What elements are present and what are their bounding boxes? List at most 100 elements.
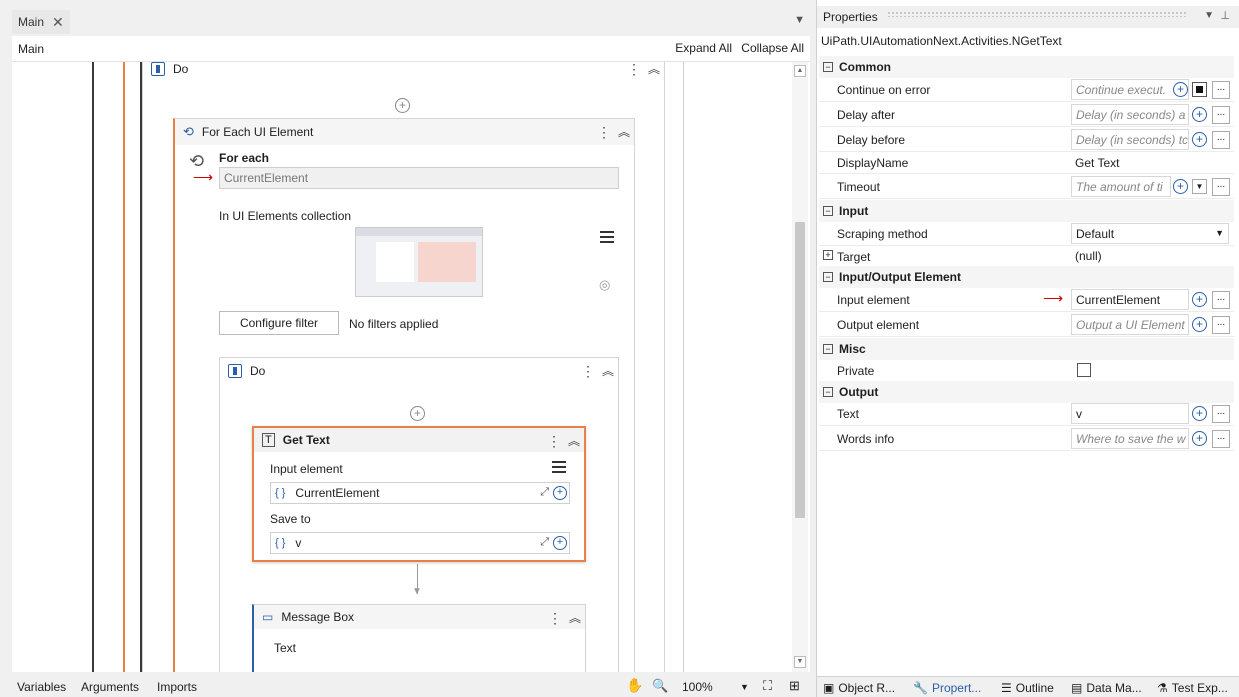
current-element-field[interactable]: CurrentElement (219, 167, 619, 189)
prop-words-info[interactable]: Words info Where to save the w + ... (819, 427, 1234, 451)
menu-icon[interactable] (552, 461, 566, 473)
category-output[interactable]: − Output (819, 381, 1234, 403)
menu-icon[interactable] (600, 231, 614, 243)
prop-output-element[interactable]: Output element Output a UI Element + ... (819, 313, 1234, 337)
target-icon[interactable]: ◎ (599, 277, 610, 293)
private-checkbox[interactable] (1077, 363, 1091, 377)
prop-text[interactable]: Text v + ... (819, 402, 1234, 426)
save-to-field[interactable]: { } v ⤢ + (270, 532, 570, 554)
prop-target[interactable]: + Target (null) (819, 246, 1234, 268)
add-icon[interactable]: + (553, 536, 567, 550)
arguments-tab[interactable]: Arguments (81, 680, 139, 694)
scroll-up-icon[interactable]: ▲ (794, 65, 806, 77)
prop-value-field[interactable]: Output a UI Element (1071, 314, 1189, 335)
ellipsis-button[interactable]: ... (1212, 131, 1230, 149)
more-options-icon[interactable]: ⋮ (627, 62, 641, 78)
scraping-method-select[interactable]: Default ▼ (1071, 223, 1229, 244)
expand-icon[interactable]: ⤢ (540, 536, 549, 549)
prop-value-field[interactable]: CurrentElement (1071, 289, 1189, 310)
collapse-icon[interactable]: − (823, 62, 833, 72)
expand-icon[interactable]: + (823, 250, 833, 260)
collapse-icon[interactable]: − (823, 206, 833, 216)
add-icon[interactable]: + (1192, 107, 1207, 122)
configure-filter-button[interactable]: Configure filter (219, 311, 339, 335)
add-icon[interactable]: + (1192, 406, 1207, 421)
more-options-icon[interactable]: ⋮ (548, 610, 562, 627)
message-box-activity[interactable]: ▭ Message Box ⋮ ︽ Text (252, 604, 586, 672)
collapse-icon[interactable]: ︽ (569, 609, 581, 626)
hand-icon[interactable]: ✋ (626, 677, 643, 694)
prop-value-field[interactable]: Where to save the w (1071, 428, 1189, 449)
ellipsis-button[interactable]: ... (1212, 178, 1230, 196)
vertical-scrollbar[interactable]: ▲ ▼ (792, 62, 808, 672)
prop-display-name[interactable]: DisplayName Get Text (819, 152, 1234, 174)
category-common[interactable]: − Common (819, 56, 1234, 78)
add-activity-icon[interactable]: + (395, 98, 410, 113)
collapse-icon[interactable]: − (823, 387, 833, 397)
collapse-icon[interactable]: − (823, 344, 833, 354)
ellipsis-button[interactable]: ... (1212, 106, 1230, 124)
fit-screen-icon[interactable]: ⛶ (763, 678, 772, 694)
tab-test-explorer[interactable]: ⚗ Test Exp... (1157, 681, 1228, 695)
collapse-icon[interactable]: ︽ (648, 62, 660, 77)
chevron-down-icon[interactable]: ▼ (1204, 10, 1214, 21)
add-icon[interactable]: + (1192, 292, 1207, 307)
category-input-output-element[interactable]: − Input/Output Element (819, 266, 1234, 288)
ellipsis-button[interactable]: ... (1212, 316, 1230, 334)
prop-value-field[interactable]: The amount of ti (1071, 176, 1171, 197)
more-options-icon[interactable]: ⋮ (597, 124, 611, 141)
prop-value-field[interactable]: Continue execut. (1071, 79, 1189, 100)
prop-continue-on-error[interactable]: Continue on error Continue execut. + ... (819, 78, 1234, 102)
chevron-down-icon[interactable]: ▼ (1192, 179, 1207, 194)
add-icon[interactable]: + (1192, 132, 1207, 147)
prop-scraping-method[interactable]: Scraping method Default ▼ (819, 222, 1234, 246)
more-options-icon[interactable]: ⋮ (547, 433, 561, 450)
inner-do-container[interactable]: Do ⋮ ︽ + T Get Text ⋮ ︽ Input element {… (219, 357, 619, 672)
prop-value-field[interactable]: v (1071, 403, 1189, 424)
pin-icon[interactable]: ⊥ (1220, 9, 1230, 22)
collapse-icon[interactable]: ︽ (568, 432, 580, 449)
breadcrumb[interactable]: Main (18, 42, 44, 56)
get-text-activity[interactable]: T Get Text ⋮ ︽ Input element { } Current… (252, 426, 586, 562)
zoom-icon[interactable]: 🔍 (652, 678, 668, 694)
designer-canvas[interactable]: Do ⋮ ︽ + ⟲ For Each UI Element ⋮ ︽ ⟲ For… (12, 62, 810, 672)
ellipsis-button[interactable]: ... (1212, 291, 1230, 309)
collapse-icon[interactable]: ︽ (602, 362, 614, 379)
outer-do-container[interactable]: Do ⋮ ︽ + ⟲ For Each UI Element ⋮ ︽ ⟲ For… (142, 62, 665, 672)
prop-value-field[interactable]: Delay (in seconds) tc (1071, 129, 1189, 150)
category-input[interactable]: − Input (819, 200, 1234, 222)
expand-all-button[interactable]: Expand All (675, 41, 732, 55)
chevron-down-icon[interactable]: ▼ (740, 682, 749, 692)
scroll-thumb[interactable] (795, 222, 805, 518)
prop-value-field[interactable]: Delay (in seconds) a (1071, 104, 1189, 125)
prop-input-element[interactable]: Input element ⟶ CurrentElement + ... (819, 288, 1234, 312)
tab-outline[interactable]: ☰ Outline (1001, 681, 1054, 695)
prop-delay-before[interactable]: Delay before Delay (in seconds) tc + ... (819, 128, 1234, 152)
ellipsis-button[interactable]: ... (1212, 430, 1230, 448)
add-activity-icon[interactable]: + (410, 406, 425, 421)
collapse-all-button[interactable]: Collapse All (741, 41, 804, 55)
ellipsis-button[interactable]: ... (1212, 81, 1230, 99)
expand-icon[interactable]: ⤢ (540, 486, 549, 499)
more-options-icon[interactable]: ⋮ (581, 363, 595, 380)
add-icon[interactable]: + (1192, 317, 1207, 332)
chevron-down-icon[interactable]: ▼ (794, 14, 805, 26)
variables-tab[interactable]: Variables (17, 680, 66, 694)
prop-private[interactable]: Private (819, 360, 1234, 382)
checkbox[interactable] (1192, 82, 1207, 97)
add-icon[interactable]: + (1192, 431, 1207, 446)
close-icon[interactable]: ✕ (52, 14, 64, 31)
category-misc[interactable]: − Misc (819, 338, 1234, 360)
target-screenshot-thumbnail[interactable] (355, 227, 483, 297)
tab-properties[interactable]: 🔧 Propert... (913, 681, 981, 695)
for-each-ui-element-activity[interactable]: ⟲ For Each UI Element ⋮ ︽ ⟲ For each ⟶ C… (173, 118, 635, 672)
drag-handle[interactable] (887, 11, 1187, 17)
overview-icon[interactable]: ⊞ (789, 678, 800, 694)
input-element-field[interactable]: { } CurrentElement ⤢ + (270, 482, 570, 504)
add-icon[interactable]: + (1173, 82, 1188, 97)
tab-data-manager[interactable]: ▤ Data Ma... (1071, 681, 1142, 695)
prop-value[interactable]: Get Text (1075, 156, 1119, 170)
collapse-icon[interactable]: ︽ (618, 123, 630, 140)
scroll-down-icon[interactable]: ▼ (794, 656, 806, 668)
prop-timeout[interactable]: Timeout The amount of ti + ▼ ... (819, 175, 1234, 199)
